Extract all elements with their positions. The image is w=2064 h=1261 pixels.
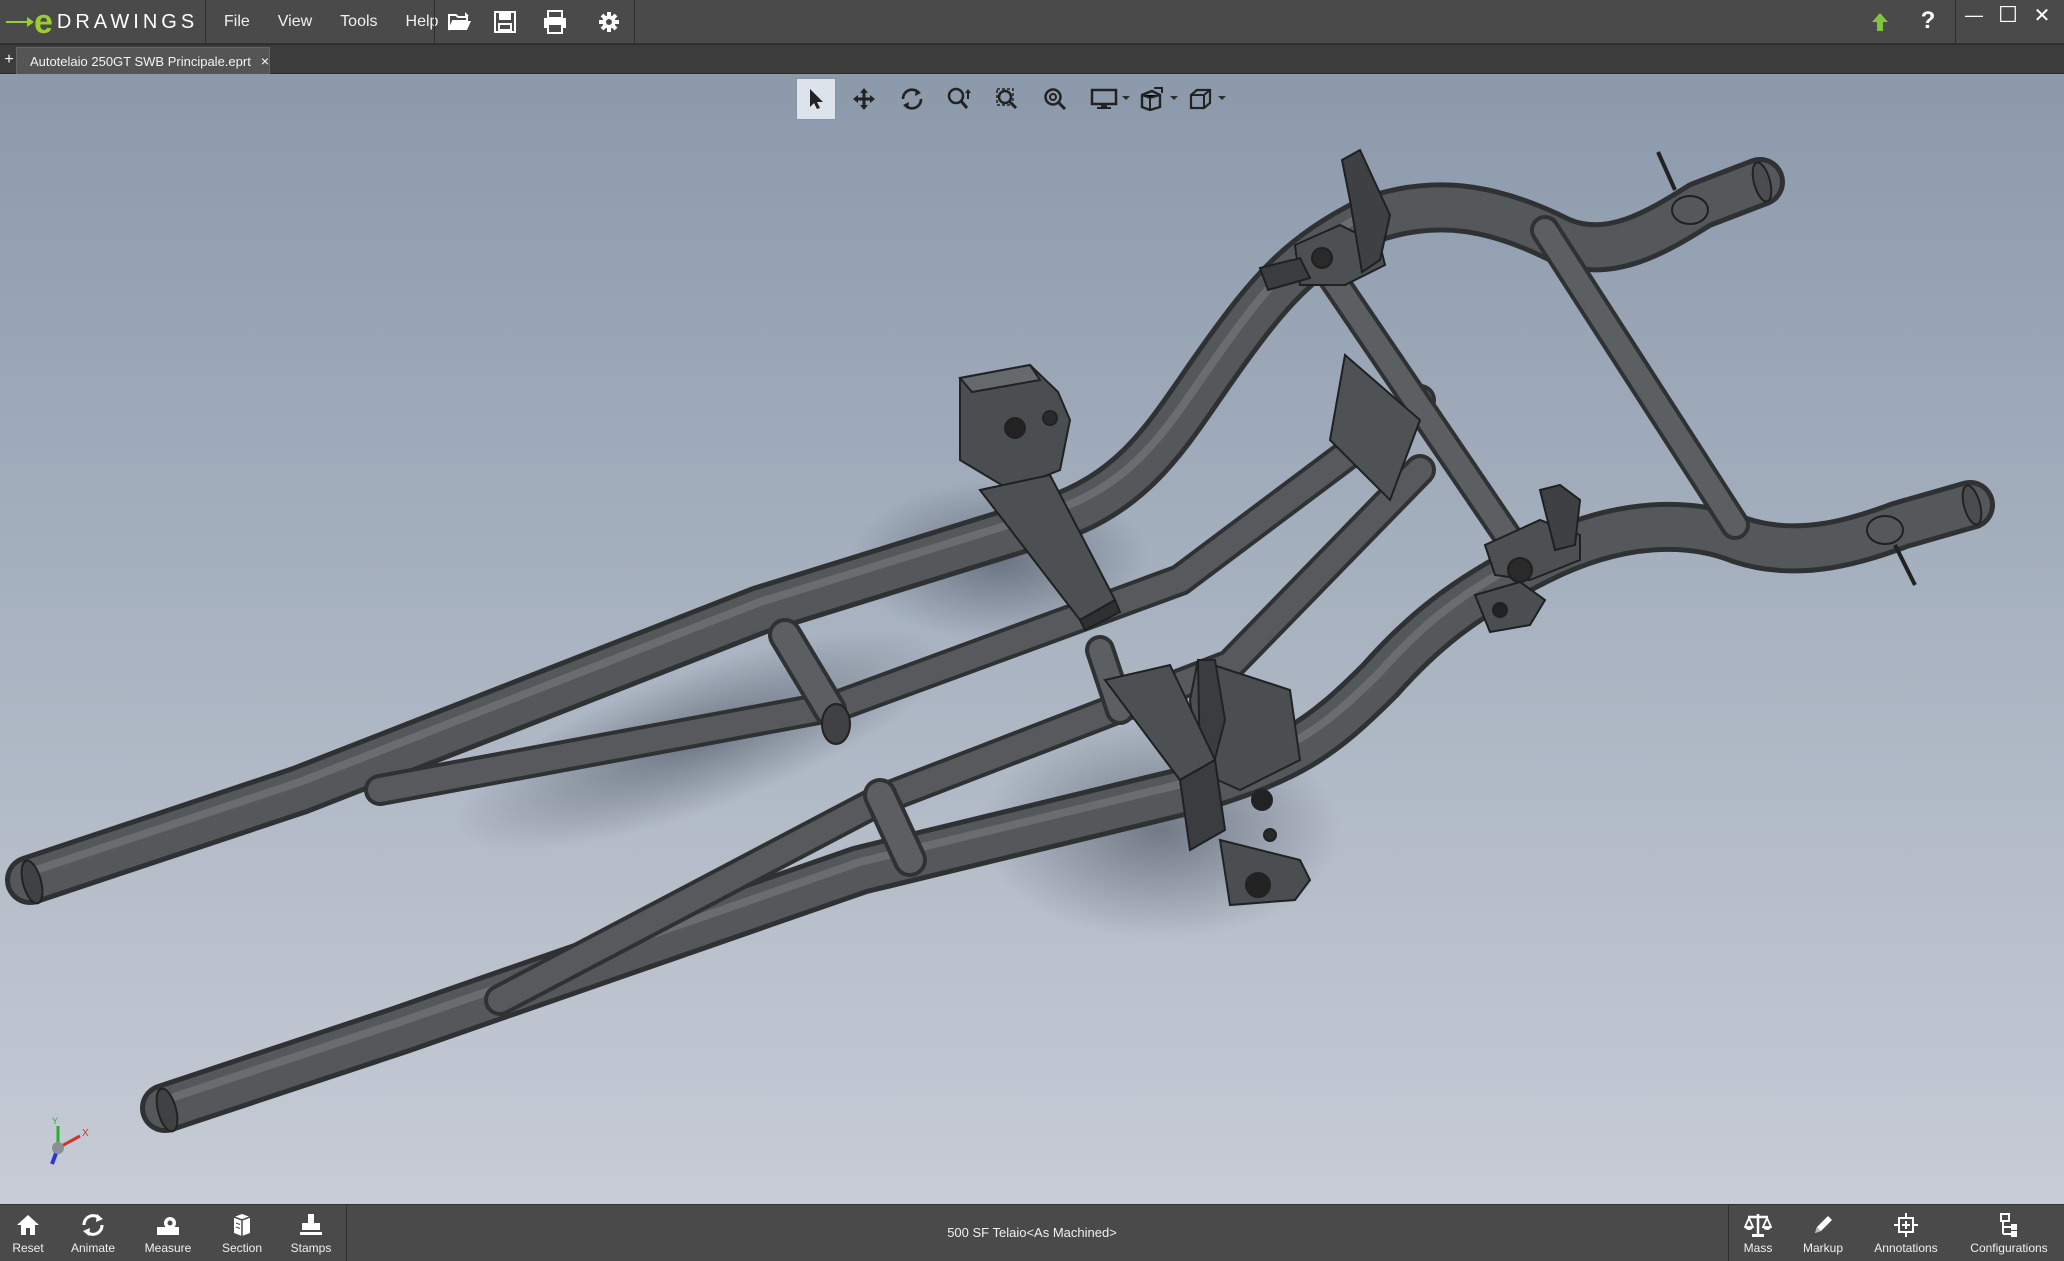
divider — [205, 0, 206, 44]
up-arrow-icon — [1872, 13, 1888, 31]
markup-button[interactable]: Markup — [1800, 1205, 1846, 1261]
logo-arrow-icon — [6, 17, 34, 27]
pointer-icon — [810, 89, 823, 109]
close-tab-button[interactable]: × — [261, 53, 269, 69]
triad-x-label: X — [82, 1128, 89, 1139]
graphics-viewport[interactable]: Y X — [0, 74, 2064, 1204]
print-icon — [544, 10, 566, 34]
minimize-button[interactable]: — — [1956, 0, 1992, 30]
section-label: Section — [221, 1241, 263, 1255]
print-button[interactable] — [537, 6, 573, 38]
measure-label: Measure — [144, 1241, 192, 1255]
help-button[interactable]: ? — [1910, 6, 1946, 36]
edrawings-logo: e DRAWINGS — [6, 4, 198, 40]
axis-triad: Y X — [50, 1116, 89, 1165]
rotate-tool-button[interactable] — [892, 78, 932, 120]
update-button[interactable] — [1862, 6, 1898, 38]
open-icon — [448, 12, 471, 31]
logo-word: DRAWINGS — [56, 10, 199, 33]
menu-bar: File View Tools Help — [210, 0, 452, 44]
mass-label: Mass — [1743, 1241, 1773, 1255]
configurations-button[interactable]: Configurations — [1966, 1205, 2052, 1261]
menu-view[interactable]: View — [264, 0, 326, 44]
document-tab-label: Autotelaio 250GT SWB Principale.eprt — [29, 53, 251, 69]
new-tab-button[interactable]: + — [2, 51, 16, 69]
views-button[interactable] — [1132, 78, 1178, 120]
scale-icon — [1743, 1211, 1773, 1239]
pan-tool-button[interactable] — [844, 78, 884, 120]
triad-y-label: Y — [52, 1116, 58, 1126]
display-style-button[interactable] — [1084, 78, 1130, 120]
chassis-model[interactable] — [0, 74, 2064, 1204]
reset-label: Reset — [12, 1241, 44, 1255]
document-tab[interactable]: Autotelaio 250GT SWB Principale.eprt × — [16, 47, 270, 74]
pencil-icon — [1808, 1211, 1838, 1239]
divider — [1728, 1205, 1729, 1261]
zoom-tool-button[interactable] — [940, 78, 980, 120]
view-toolbar — [796, 77, 1228, 121]
select-tool-button[interactable] — [796, 78, 836, 120]
close-button[interactable]: ✕ — [2024, 0, 2060, 30]
maximize-button[interactable]: ☐ — [1990, 0, 2026, 30]
chevron-down-icon[interactable] — [1218, 96, 1226, 100]
settings-icon — [599, 12, 619, 32]
cube-icon — [1189, 88, 1212, 110]
zoom-to-area-button[interactable] — [988, 78, 1028, 120]
save-button[interactable] — [487, 6, 523, 38]
zoom-area-icon — [996, 88, 1018, 110]
part-icon — [23, 60, 24, 62]
title-bar: e DRAWINGS File View Tools Help ? — ☐ ✕ — [0, 0, 2064, 44]
menu-tools[interactable]: Tools — [326, 0, 391, 44]
configurations-label: Configurations — [1970, 1241, 2048, 1255]
menu-file[interactable]: File — [210, 0, 264, 44]
chevron-down-icon[interactable] — [1170, 96, 1178, 100]
rotate-icon — [901, 88, 923, 110]
settings-button[interactable] — [591, 6, 627, 38]
divider — [634, 0, 635, 44]
views-icon — [1140, 87, 1163, 111]
stamps-label: Stamps — [290, 1241, 332, 1255]
open-button[interactable] — [442, 6, 478, 38]
monitor-icon — [1090, 88, 1118, 109]
mass-button[interactable]: Mass — [1738, 1205, 1778, 1261]
annotations-button[interactable]: Annotations — [1868, 1205, 1944, 1261]
zoom-fit-icon — [1044, 88, 1067, 111]
markup-label: Markup — [1802, 1241, 1843, 1255]
zoom-icon — [947, 87, 971, 109]
configurations-icon — [1994, 1211, 2024, 1239]
view-orientation-button[interactable] — [1180, 78, 1226, 120]
pan-icon — [853, 88, 875, 110]
annotations-label: Annotations — [1874, 1241, 1938, 1255]
bottom-toolbar: Reset Animate Measure Section Stamps 500… — [0, 1204, 2064, 1261]
save-icon — [494, 11, 516, 33]
annotations-icon — [1891, 1211, 1921, 1239]
document-tab-bar: + Autotelaio 250GT SWB Principale.eprt × — [0, 45, 2064, 74]
zoom-to-fit-button[interactable] — [1036, 78, 1076, 120]
divider — [434, 0, 435, 44]
animate-label: Animate — [70, 1241, 116, 1255]
logo-letter: e — [34, 3, 53, 41]
chevron-down-icon[interactable] — [1122, 96, 1130, 100]
